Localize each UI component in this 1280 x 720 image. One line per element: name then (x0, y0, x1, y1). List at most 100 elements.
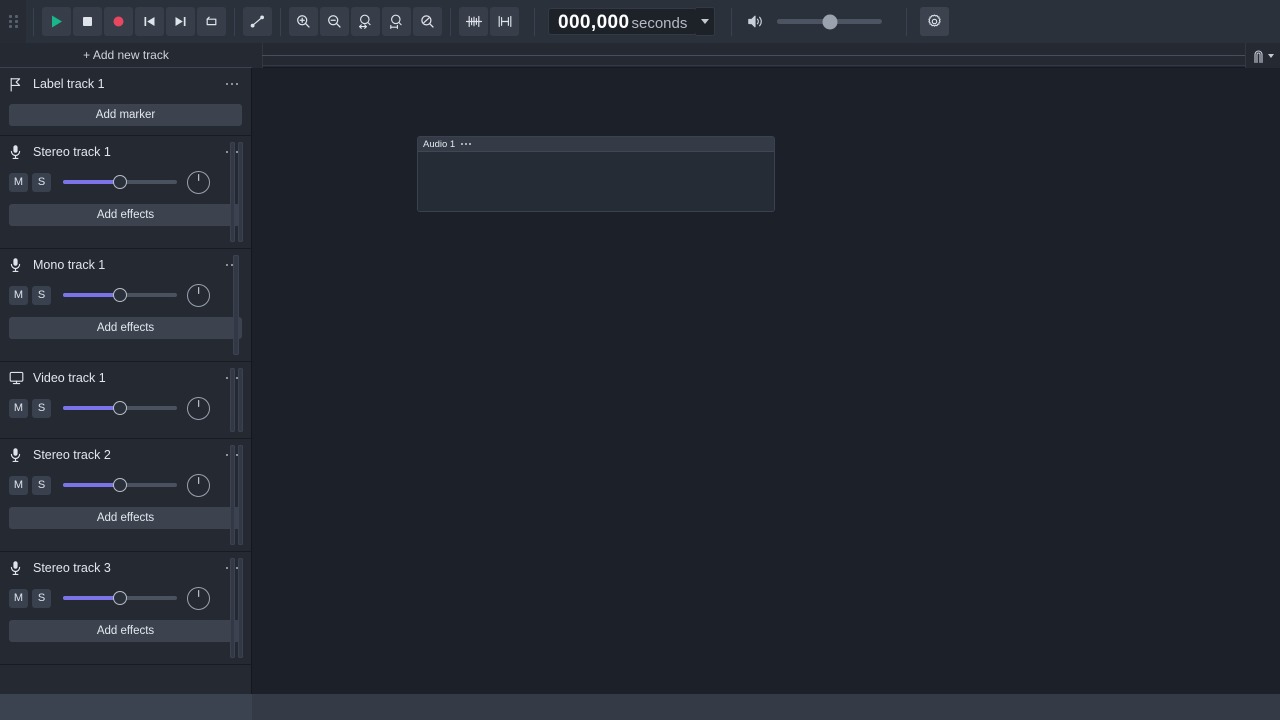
clip-title: Audio 1 (423, 138, 456, 150)
track-pan-knob[interactable] (187, 396, 210, 420)
track-controls-row: MS (0, 281, 251, 309)
solo-button[interactable]: S (32, 475, 51, 495)
track-volume-slider[interactable] (63, 175, 177, 189)
timeline-ruler[interactable] (252, 43, 1280, 68)
track-name-label[interactable]: Mono track 1 (33, 258, 221, 272)
track-controls-row: MS (0, 584, 251, 612)
silence-audio-button[interactable] (490, 7, 519, 36)
microphone-icon (9, 447, 27, 463)
track-volume-slider[interactable] (63, 478, 177, 492)
track-name-label[interactable]: Stereo track 1 (33, 145, 221, 159)
level-meter-bar (237, 558, 243, 658)
zoom-in-button[interactable] (289, 7, 318, 36)
mute-button[interactable]: M (9, 475, 28, 495)
envelope-tool-button[interactable] (243, 7, 272, 36)
track-stereo-track-1[interactable]: Stereo track 1 M S Add effects (0, 136, 251, 249)
add-new-track-button[interactable]: + Add new track (0, 43, 252, 68)
microphone-icon (9, 257, 27, 273)
track-header: Mono track 1 (0, 249, 251, 281)
timeline-dropdown-icon[interactable] (1268, 53, 1274, 58)
lane-stereo-track-1[interactable]: Audio 1 (252, 136, 1280, 249)
tools-group (242, 7, 273, 36)
chevron-down-icon (701, 19, 710, 24)
toolbar-divider-7 (906, 7, 908, 36)
monitor-icon (9, 371, 27, 385)
track-controls-row: MS (0, 471, 251, 499)
lane-label-track-1[interactable] (252, 68, 1280, 136)
track-stereo-track-2[interactable]: Stereo track 2 M S Add effects (0, 439, 251, 552)
track-volume-slider[interactable] (63, 591, 177, 605)
fit-selection-button[interactable] (351, 7, 380, 36)
level-meter-bar (237, 445, 243, 545)
audio-settings-button[interactable] (920, 7, 950, 36)
time-format-dropdown[interactable] (696, 7, 716, 36)
lane-stereo-track-2[interactable] (252, 439, 1280, 552)
track-header: Stereo track 2 (0, 439, 251, 471)
add-effects-button[interactable]: Add effects (9, 507, 242, 529)
mute-button[interactable]: M (9, 398, 28, 418)
time-display[interactable]: 000,000 seconds (548, 8, 698, 35)
lane-stereo-track-3[interactable] (252, 552, 1280, 665)
track-canvas-area[interactable]: Audio 1 (252, 68, 1280, 720)
lane-video-track-1[interactable] (252, 362, 1280, 439)
mute-button[interactable]: M (9, 588, 28, 608)
timeline-options-group (1245, 43, 1280, 68)
drag-handle-icon (8, 15, 18, 28)
track-level-meter (228, 142, 244, 242)
playback-volume-slider[interactable] (777, 14, 883, 29)
audio-clip[interactable]: Audio 1 (417, 136, 775, 212)
solo-button[interactable]: S (32, 172, 51, 192)
level-meter-bar (237, 142, 243, 242)
solo-button[interactable]: S (32, 588, 51, 608)
track-name-label[interactable]: Stereo track 3 (33, 561, 221, 575)
zoom-tools-group (288, 7, 443, 36)
audacity-window: 000,000 seconds + Add new track Label tr… (0, 0, 1280, 720)
zoom-toggle-button[interactable] (413, 7, 442, 36)
stop-button[interactable] (73, 7, 102, 36)
track-pan-knob[interactable] (187, 283, 210, 307)
toolbar-divider (33, 7, 34, 36)
play-button[interactable] (42, 7, 71, 36)
mute-button[interactable]: M (9, 285, 28, 305)
track-level-meter (228, 558, 244, 658)
track-pan-knob[interactable] (187, 586, 210, 610)
zoom-out-button[interactable] (320, 7, 349, 36)
clip-waveform (418, 152, 774, 211)
track-name-label[interactable]: Video track 1 (33, 371, 221, 385)
main-toolbar: 000,000 seconds (0, 0, 1280, 44)
track-header: Label track 1 (0, 68, 251, 100)
track-pan-knob[interactable] (187, 473, 210, 497)
add-effects-button[interactable]: Add effects (9, 204, 242, 226)
skip-to-start-button[interactable] (135, 7, 164, 36)
lane-mono-track-1[interactable] (252, 249, 1280, 362)
add-marker-button[interactable]: Add marker (9, 104, 242, 126)
track-pan-knob[interactable] (187, 170, 210, 194)
track-control-panel: Label track 1 Add marker Stereo track 1MSA… (0, 68, 252, 720)
add-effects-button[interactable]: Add effects (9, 317, 242, 339)
mute-button[interactable]: M (9, 172, 28, 192)
level-meter-bar (229, 558, 235, 658)
toolbar-divider-3 (280, 7, 281, 36)
clip-menu-icon[interactable] (461, 143, 472, 145)
fit-project-button[interactable] (382, 7, 411, 36)
toolbar-drag-handle[interactable] (0, 0, 26, 43)
track-volume-slider[interactable] (63, 401, 177, 415)
track-video-track-1[interactable]: Video track 1 MS (0, 362, 251, 439)
loop-button[interactable] (197, 7, 226, 36)
clip-header[interactable]: Audio 1 (418, 137, 774, 152)
track-mono-track-1[interactable]: Mono track 1 M S Add effects (0, 249, 251, 362)
trim-audio-button[interactable] (459, 7, 488, 36)
track-stereo-track-3[interactable]: Stereo track 3 M S Add effects (0, 552, 251, 665)
track-name-label[interactable]: Stereo track 2 (33, 448, 221, 462)
solo-button[interactable]: S (32, 398, 51, 418)
track-menu-icon[interactable] (221, 75, 243, 93)
track-volume-slider[interactable] (63, 288, 177, 302)
solo-button[interactable]: S (32, 285, 51, 305)
toolbar-divider-4 (450, 7, 451, 36)
skip-to-end-button[interactable] (166, 7, 195, 36)
track-label-track-1[interactable]: Label track 1 Add marker (0, 68, 251, 136)
record-button[interactable] (104, 7, 133, 36)
track-name-label[interactable]: Label track 1 (33, 77, 221, 91)
pinned-play-head-icon[interactable] (1252, 48, 1265, 64)
add-effects-button[interactable]: Add effects (9, 620, 242, 642)
